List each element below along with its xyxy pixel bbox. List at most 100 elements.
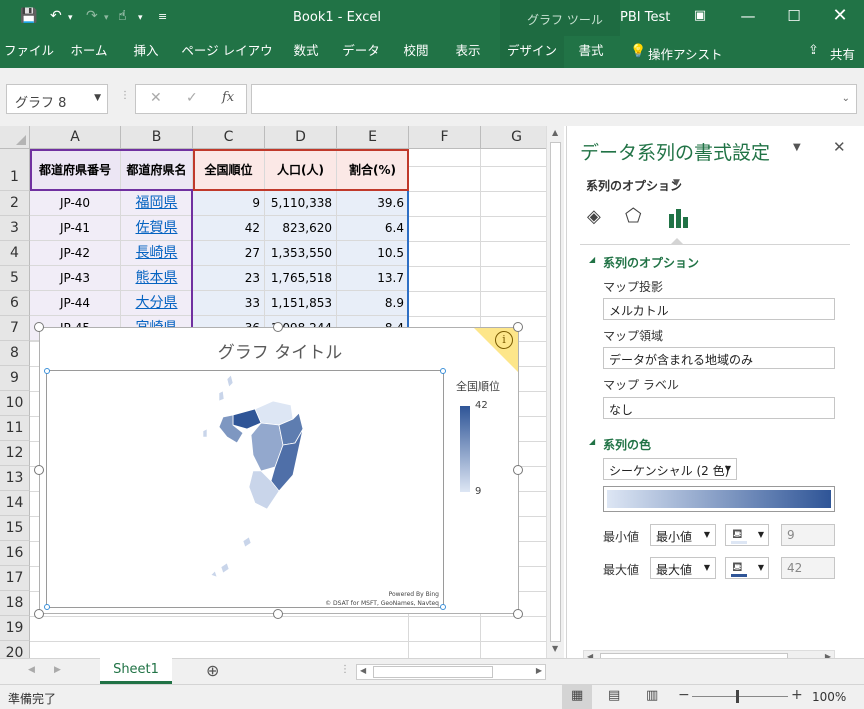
chevron-down-icon[interactable]: ▼ bbox=[704, 563, 710, 572]
add-sheet-icon[interactable]: ⊕ bbox=[206, 661, 219, 680]
series-options-icon[interactable] bbox=[667, 206, 689, 228]
plot-handle[interactable] bbox=[44, 368, 50, 374]
tab-home[interactable]: ホーム bbox=[64, 36, 114, 68]
undo-icon[interactable]: ↶ bbox=[50, 8, 62, 24]
row-header[interactable]: 11 bbox=[0, 416, 30, 441]
table-cell[interactable]: JP-42 bbox=[30, 241, 121, 266]
maximize-button[interactable]: ☐ bbox=[774, 0, 814, 34]
fill-line-icon[interactable]: ◈ bbox=[587, 206, 601, 227]
row-header[interactable]: 10 bbox=[0, 391, 30, 416]
info-icon[interactable]: i bbox=[495, 331, 513, 349]
table-cell[interactable]: 1,765,518 bbox=[265, 266, 337, 291]
column-header-d[interactable]: D bbox=[265, 126, 337, 149]
resize-handle[interactable] bbox=[513, 465, 523, 475]
table-cell[interactable]: 823,620 bbox=[265, 216, 337, 241]
table-cell[interactable]: 1,151,853 bbox=[265, 291, 337, 316]
table-cell[interactable]: 佐賀県 bbox=[121, 216, 193, 241]
table-cell[interactable]: 福岡県 bbox=[121, 191, 193, 216]
close-button[interactable]: ✕ bbox=[820, 0, 860, 34]
table-cell[interactable]: 42 bbox=[193, 216, 265, 241]
row-header[interactable]: 19 bbox=[0, 616, 30, 641]
insert-function-icon[interactable]: fx bbox=[222, 90, 234, 105]
table-cell[interactable]: JP-44 bbox=[30, 291, 121, 316]
resize-handle[interactable] bbox=[273, 322, 283, 332]
column-header-a[interactable]: A bbox=[30, 126, 121, 149]
map-area-select[interactable]: データが含まれる地域のみ bbox=[603, 347, 835, 369]
table-cell[interactable]: 8.9 bbox=[337, 291, 409, 316]
horizontal-scrollbar[interactable]: ◀ ▶ bbox=[356, 664, 546, 680]
zoom-slider-track[interactable] bbox=[692, 696, 788, 697]
chevron-down-icon[interactable]: ▼ bbox=[704, 530, 710, 539]
prev-sheet-icon[interactable]: ◀ bbox=[28, 665, 35, 675]
touch-mode-icon[interactable]: ☝ bbox=[118, 8, 127, 24]
tab-page-layout[interactable]: ページ レイアウト bbox=[180, 36, 274, 88]
table-cell[interactable]: JP-40 bbox=[30, 191, 121, 216]
scroll-down-icon[interactable]: ▼ bbox=[552, 644, 558, 653]
map-projection-select[interactable]: メルカトル bbox=[603, 298, 835, 320]
share-icon[interactable]: ⇪ bbox=[808, 43, 819, 58]
table-cell[interactable]: 10.5 bbox=[337, 241, 409, 266]
customize-qat-icon[interactable]: ≡ bbox=[158, 10, 167, 23]
user-name[interactable]: PBI Test bbox=[620, 10, 670, 25]
max-type-select[interactable]: 最大値 ▼ bbox=[650, 557, 716, 579]
sheet-tab-sheet1[interactable]: Sheet1 bbox=[100, 658, 172, 684]
table-cell[interactable]: JP-43 bbox=[30, 266, 121, 291]
tab-data[interactable]: データ bbox=[336, 36, 386, 68]
zoom-out-icon[interactable]: − bbox=[678, 687, 690, 703]
scroll-thumb[interactable] bbox=[550, 142, 561, 642]
column-header-e[interactable]: E bbox=[337, 126, 409, 149]
table-cell[interactable]: 39.6 bbox=[337, 191, 409, 216]
row-header[interactable]: 3 bbox=[0, 216, 30, 241]
min-type-select[interactable]: 最小値 ▼ bbox=[650, 524, 716, 546]
row-header[interactable]: 13 bbox=[0, 466, 30, 491]
scroll-thumb[interactable] bbox=[373, 666, 493, 678]
tell-me-box[interactable]: 操作アシスト bbox=[648, 44, 723, 63]
zoom-slider-thumb[interactable] bbox=[736, 690, 739, 703]
row-header[interactable]: 18 bbox=[0, 591, 30, 616]
tab-format[interactable]: 書式 bbox=[568, 36, 614, 68]
chevron-down-icon[interactable]: ▼ bbox=[673, 178, 680, 188]
page-break-view-icon[interactable]: ▥ bbox=[646, 688, 658, 703]
row-header[interactable]: 16 bbox=[0, 541, 30, 566]
plot-area[interactable]: Powered By Bing © DSAT for MSFT, GeoName… bbox=[44, 368, 446, 610]
column-header-g[interactable]: G bbox=[481, 126, 553, 149]
expand-formula-icon[interactable]: ⌄ bbox=[842, 93, 850, 104]
table-cell[interactable]: 5,110,338 bbox=[265, 191, 337, 216]
tab-formulas[interactable]: 数式 bbox=[284, 36, 328, 68]
vertical-scrollbar[interactable]: ▲ ▼ bbox=[546, 126, 564, 658]
prefecture-link[interactable]: 長崎県 bbox=[136, 245, 178, 261]
table-cell[interactable]: 大分県 bbox=[121, 291, 193, 316]
row-header[interactable]: 6 bbox=[0, 291, 30, 316]
row-header[interactable]: 9 bbox=[0, 366, 30, 391]
pane-close-icon[interactable]: ✕ bbox=[833, 138, 846, 156]
name-box[interactable]: グラフ 8 ▼ bbox=[6, 84, 108, 114]
undo-dropdown-icon[interactable]: ▾ bbox=[68, 13, 73, 23]
tab-file[interactable]: ファイル bbox=[2, 36, 56, 68]
scroll-right-icon[interactable]: ▶ bbox=[536, 666, 542, 675]
series-options-dropdown[interactable]: 系列のオプション bbox=[586, 177, 682, 194]
min-color-picker[interactable]: ⛾ ▼ bbox=[725, 524, 769, 546]
row-header[interactable]: 7 bbox=[0, 316, 30, 341]
scroll-left-icon[interactable]: ◀ bbox=[360, 666, 366, 675]
enter-icon[interactable]: ✓ bbox=[186, 90, 198, 106]
table-cell[interactable]: 1,353,550 bbox=[265, 241, 337, 266]
resize-handle[interactable] bbox=[34, 465, 44, 475]
collapse-icon[interactable]: ◢ bbox=[589, 437, 595, 446]
plot-handle[interactable] bbox=[440, 604, 446, 610]
row-header[interactable]: 14 bbox=[0, 491, 30, 516]
save-icon[interactable]: 💾 bbox=[20, 8, 37, 24]
resize-handle[interactable] bbox=[34, 322, 44, 332]
table-cell[interactable]: 27 bbox=[193, 241, 265, 266]
chevron-down-icon[interactable]: ▼ bbox=[725, 464, 731, 473]
row-header[interactable]: 12 bbox=[0, 441, 30, 466]
prefecture-link[interactable]: 熊本県 bbox=[136, 270, 178, 286]
normal-view-button[interactable]: ▦ bbox=[562, 685, 592, 709]
zoom-level[interactable]: 100% bbox=[812, 690, 846, 704]
minimize-button[interactable]: — bbox=[728, 0, 768, 34]
row-header[interactable]: 1 bbox=[0, 149, 30, 191]
max-value-input[interactable]: 42 bbox=[781, 557, 835, 579]
section-series-options[interactable]: 系列のオプション bbox=[603, 254, 699, 271]
ribbon-display-options-icon[interactable]: ▣ bbox=[680, 0, 720, 34]
table-cell[interactable]: 33 bbox=[193, 291, 265, 316]
tab-view[interactable]: 表示 bbox=[446, 36, 490, 68]
